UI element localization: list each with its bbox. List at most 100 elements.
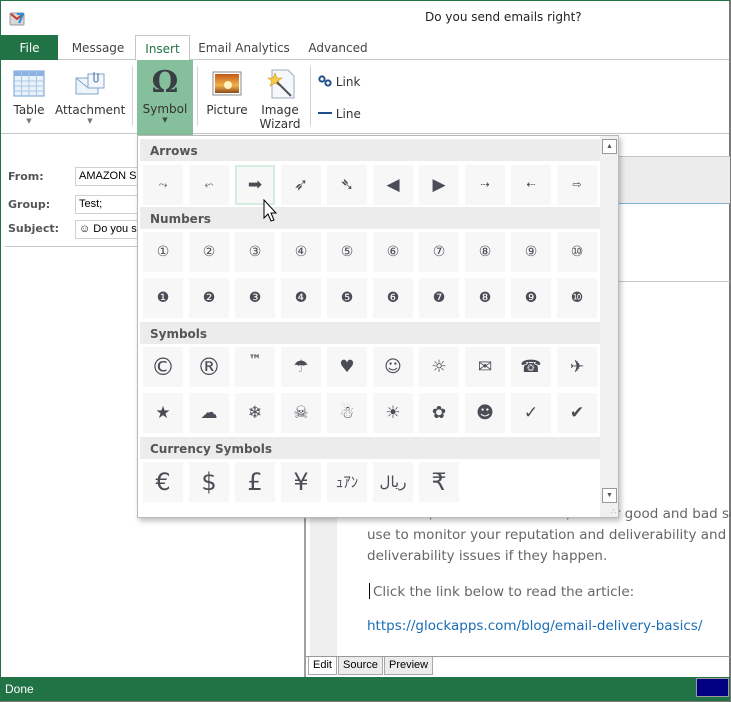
symbol-cell[interactable]: ❽ [465,278,505,318]
editor-line[interactable]: Click the link below to read the article… [369,583,634,600]
symbol-cell[interactable]: ☼ [419,347,459,387]
symbol-cell[interactable]: ⑥ [373,232,413,272]
tab-message[interactable]: Message [67,35,129,60]
subject-label: Subject: [8,222,60,235]
symbol-cell[interactable]: ♥ [327,347,367,387]
symbol-cell[interactable]: ❶ [143,278,183,318]
svg-text:7: 7 [16,12,25,27]
symbol-cell[interactable]: ｭｱﾝ [327,462,367,502]
symbol-cell[interactable]: ★ [143,393,183,433]
symbol-cell[interactable]: ☂ [281,347,321,387]
tab-preview[interactable]: Preview [384,657,434,675]
symbol-cell[interactable]: ② [189,232,229,272]
symbol-cell[interactable]: ¥ [281,462,321,502]
tab-advanced[interactable]: Advanced [305,35,371,60]
symbol-cell[interactable]: ⇢ [465,165,505,205]
symbol-cell[interactable]: ❼ [419,278,459,318]
horizontal-line-icon [318,112,332,114]
symbol-cell[interactable]: £ [235,462,275,502]
ribbon-divider [132,66,133,126]
symbol-cell[interactable]: ◀ [373,165,413,205]
symbol-cell[interactable]: ® [189,347,229,387]
scroll-down-button[interactable]: ▼ [602,488,617,503]
symbol-cell[interactable]: ⤳ [143,165,183,205]
symbol-cell[interactable]: ☠ [281,393,321,433]
symbol-cell[interactable]: ❷ [189,278,229,318]
symbol-cell[interactable]: ₹ [419,462,459,502]
symbol-cell[interactable]: ⇨ [557,165,597,205]
section-header-currency-symbols: Currency Symbols [140,437,600,459]
chevron-down-icon: ▼ [87,117,93,125]
symbol-cell[interactable]: ⇠ [511,165,551,205]
symbol-cell[interactable]: $ [189,462,229,502]
scroll-up-button[interactable]: ▲ [602,139,617,154]
ribbon-tabs: File Message Insert Email Analytics Adva… [1,35,729,61]
line-button[interactable]: Line [318,107,361,121]
symbol-cell[interactable]: ④ [281,232,321,272]
ribbon-divider [197,66,198,126]
table-icon [13,70,45,97]
symbol-cell[interactable]: ➶ [281,165,321,205]
symbol-cell[interactable]: ✓ [511,393,551,433]
article-link[interactable]: https://glockapps.com/blog/email-deliver… [367,618,702,634]
chevron-down-icon: ▼ [26,117,32,125]
attachment-icon [75,72,105,95]
line-label: Line [335,107,361,121]
symbol-cell[interactable]: ☻ [465,393,505,433]
symbol-picker-popup: ▲ ▼ ∴ Arrows ⤳ ⬿ ➡ ➶ ➴ ◀ ▶ ⇢ ⇠ ⇨ Numbers ① ② ③ ④ ⑤ ⑥ ⑦ ⑧ ⑨ ⑩ ❶… [137,135,619,518]
symbol-cell[interactable]: ⑤ [327,232,367,272]
symbol-cell[interactable]: ☎ [511,347,551,387]
image-wizard-icon [267,69,295,99]
section-header-symbols: Symbols [140,322,600,344]
symbol-cell[interactable]: ❾ [511,278,551,318]
resize-grip-icon[interactable]: ∴ [611,508,616,516]
symbol-cell[interactable]: ⬿ [189,165,229,205]
table-button[interactable]: Table ▼ [9,60,49,134]
popup-scrollbar[interactable]: ▲ ▼ [600,136,618,517]
editor-line-text: Click the link below to read the article… [373,584,635,600]
symbol-cell[interactable]: ❺ [327,278,367,318]
ribbon: Table ▼ Attachment ▼ Ω Symbol ▼ Picture … [1,60,729,135]
symbol-cell[interactable]: ✈ [557,347,597,387]
symbol-cell[interactable]: € [143,462,183,502]
tab-file[interactable]: File [1,35,58,60]
tab-source[interactable]: Source [338,657,383,675]
picture-label: Picture [206,103,248,117]
symbol-cell[interactable]: ✔ [557,393,597,433]
text-cursor [369,583,370,599]
symbol-cell[interactable]: ➴ [327,165,367,205]
symbol-cell[interactable]: ☁ [189,393,229,433]
symbol-cell[interactable]: ✿ [419,393,459,433]
image-wizard-button[interactable]: Image Wizard [257,60,303,134]
symbol-cell[interactable]: ❹ [281,278,321,318]
symbol-cell[interactable]: ☀ [373,393,413,433]
symbol-cell[interactable]: ❸ [235,278,275,318]
picture-button[interactable]: Picture [204,60,250,134]
tab-email-analytics[interactable]: Email Analytics [197,35,291,60]
symbol-cell[interactable]: ☃ [327,393,367,433]
symbol-cell[interactable]: ✉ [465,347,505,387]
symbol-cell[interactable]: ③ [235,232,275,272]
symbol-button[interactable]: Ω Symbol ▼ [137,60,193,135]
editor-line: deliverability issues if they happen. [367,548,608,564]
attachment-button[interactable]: Attachment ▼ [55,60,125,134]
tab-edit[interactable]: Edit [308,657,337,675]
symbol-cell[interactable]: ▶ [419,165,459,205]
symbol-cell[interactable]: ❻ [373,278,413,318]
symbol-cell[interactable]: ريال [373,462,413,502]
symbol-cell[interactable]: ① [143,232,183,272]
tab-insert[interactable]: Insert [135,35,190,61]
symbol-cell[interactable]: ❿ [557,278,597,318]
symbol-cell[interactable]: ☺ [373,347,413,387]
symbol-cell[interactable]: ™ [235,347,275,387]
symbol-cell[interactable]: ⑧ [465,232,505,272]
symbol-cell[interactable]: ⑩ [557,232,597,272]
status-text: Done [5,682,34,696]
link-button[interactable]: Link [318,75,360,89]
symbol-cell[interactable]: ⑨ [511,232,551,272]
chevron-down-icon: ▼ [162,116,168,124]
symbol-cell[interactable]: ❄ [235,393,275,433]
title-bar: 7 Do you send emails right? [1,1,729,35]
symbol-cell[interactable]: © [143,347,183,387]
symbol-cell[interactable]: ⑦ [419,232,459,272]
